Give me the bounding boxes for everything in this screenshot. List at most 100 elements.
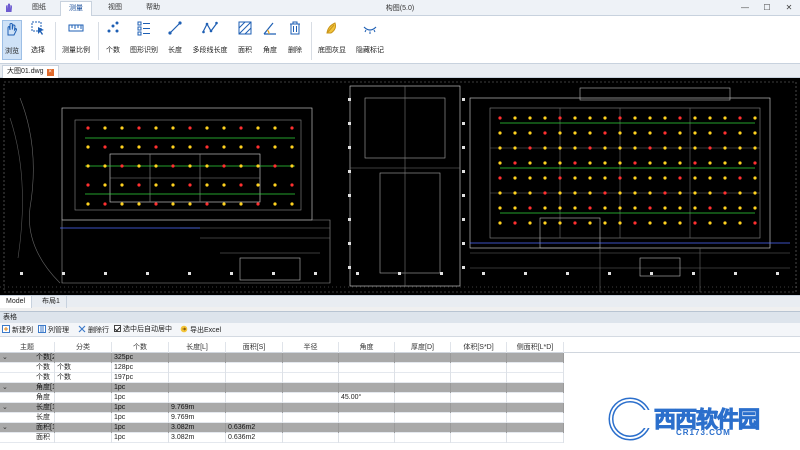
column-header-count[interactable]: 个数 [112, 342, 169, 353]
cad-marker [154, 126, 158, 130]
table-row-group[interactable]: ⌄ 个数[2] 325pc [0, 353, 564, 363]
checkbox-checked-icon[interactable] [114, 325, 121, 332]
column-header-angle[interactable]: 角度 [339, 342, 395, 353]
cad-marker [528, 116, 532, 120]
cad-marker [290, 183, 294, 187]
table-row[interactable]: 长度 1pc 9.769m [0, 413, 564, 423]
cad-drawing-canvas[interactable] [0, 78, 800, 295]
document-tab[interactable]: 大图01.dwg × [2, 65, 59, 78]
export-excel-button[interactable]: 导出Excel [180, 325, 221, 335]
column-header-area[interactable]: 面积[S] [226, 342, 283, 353]
table-row-group[interactable]: ⌄ 角度[1] 1pc [0, 383, 564, 393]
column-header-radius[interactable]: 半径 [283, 342, 339, 353]
cad-marker [103, 202, 107, 206]
cad-marker [708, 221, 712, 225]
cad-marker [753, 161, 757, 165]
cell-angle [339, 423, 395, 433]
layout-tab-layout1[interactable]: 布局1 [36, 296, 67, 308]
layout-tab-model[interactable]: Model [0, 296, 33, 308]
browse-tool-button[interactable]: 浏览 [2, 20, 22, 60]
cad-marker [273, 202, 277, 206]
column-manage-button[interactable]: 列管理 [38, 325, 69, 335]
column-header-length[interactable]: 长度[L] [169, 342, 226, 353]
tab-view[interactable]: 视图 [100, 1, 130, 16]
cell-radius [283, 433, 339, 443]
close-button[interactable]: ✕ [778, 0, 800, 16]
count-tool-button[interactable]: 个数 [102, 20, 124, 60]
cad-marker [588, 116, 592, 120]
cell-angle [339, 383, 395, 393]
cad-marker [528, 191, 532, 195]
auto-locate-checkbox[interactable]: 选中后自动居中 [114, 325, 172, 335]
cell-side-area [507, 423, 564, 433]
tab-drawing[interactable]: 图纸 [24, 1, 54, 16]
cad-fixture [20, 272, 23, 275]
cad-marker [86, 183, 90, 187]
select-tool-button[interactable]: 选择 [26, 20, 50, 60]
cad-marker [290, 126, 294, 130]
cell-volume [451, 363, 507, 373]
cell-thickness [395, 413, 451, 423]
cad-marker [648, 221, 652, 225]
cad-marker [603, 146, 607, 150]
cell-area [226, 413, 283, 423]
new-column-icon [2, 325, 10, 333]
cad-fixture [348, 146, 351, 149]
cell-count: 1pc [112, 413, 169, 423]
select-cursor-icon [31, 21, 44, 35]
area-tool-button[interactable]: 面积 [234, 20, 256, 60]
table-row-group[interactable]: ⌄ 长度[1] 1pc 9.769m [0, 403, 564, 413]
cad-marker [753, 146, 757, 150]
hide-marks-button[interactable]: 隐藏标记 [353, 20, 387, 60]
cell-topic: 面积[1] [0, 423, 55, 433]
new-column-button[interactable]: 新建列 [2, 325, 33, 335]
column-header-topic[interactable]: 主题 [0, 342, 55, 353]
cad-marker [120, 145, 124, 149]
cad-marker [618, 146, 622, 150]
angle-tool-button[interactable]: 角度 [259, 20, 281, 60]
cad-fixture [566, 272, 569, 275]
cad-marker [513, 161, 517, 165]
cell-volume [451, 393, 507, 403]
maximize-button[interactable]: ☐ [756, 0, 778, 16]
cad-marker [558, 161, 562, 165]
cad-fixture [440, 272, 443, 275]
tab-help[interactable]: 帮助 [138, 1, 168, 16]
table-row-group[interactable]: ⌄ 面积[1] 1pc 3.082m 0.636m2 [0, 423, 564, 433]
cad-fixture [462, 218, 465, 221]
column-header-thickness[interactable]: 厚度[D] [395, 342, 451, 353]
delete-row-button[interactable]: 删除行 [78, 325, 109, 335]
column-header-category[interactable]: 分类 [55, 342, 112, 353]
cad-marker [693, 131, 697, 135]
cell-angle [339, 433, 395, 443]
column-header-volume[interactable]: 体积[S*D] [451, 342, 507, 353]
polyline-length-label: 多段线长度 [192, 47, 228, 54]
cad-marker [588, 131, 592, 135]
cad-marker [738, 191, 742, 195]
tab-measure[interactable]: 测量 [60, 1, 92, 16]
cad-marker [273, 183, 277, 187]
cad-marker [222, 126, 226, 130]
measure-scale-button[interactable]: 测量比例 [59, 20, 93, 60]
table-row[interactable]: 个数 个数 128pc [0, 363, 564, 373]
new-column-label: 新建列 [12, 327, 33, 334]
close-icon[interactable]: × [46, 69, 54, 76]
cell-category: 个数 [55, 363, 112, 373]
gray-base-button[interactable]: 底图灰显 [315, 20, 349, 60]
table-row[interactable]: 个数 个数 197pc [0, 373, 564, 383]
cad-marker [558, 206, 562, 210]
cad-fixture [462, 266, 465, 269]
cad-marker [86, 126, 90, 130]
cell-length: 3.082m [169, 423, 226, 433]
polyline-length-button[interactable]: 多段线长度 [190, 20, 230, 60]
table-row[interactable]: 角度 1pc 45.00° [0, 393, 564, 403]
length-tool-button[interactable]: 长度 [164, 20, 186, 60]
cad-drawing[interactable] [0, 78, 800, 295]
table-row[interactable]: 面积 1pc 3.082m 0.636m2 [0, 433, 564, 443]
minimize-button[interactable]: — [734, 0, 756, 16]
shape-recognition-button[interactable]: 图形识别 [128, 20, 160, 60]
cad-marker [137, 183, 141, 187]
cell-thickness [395, 383, 451, 393]
delete-tool-button[interactable]: 删除 [284, 20, 306, 60]
column-header-side-area[interactable]: 侧面积[L*D] [507, 342, 564, 353]
